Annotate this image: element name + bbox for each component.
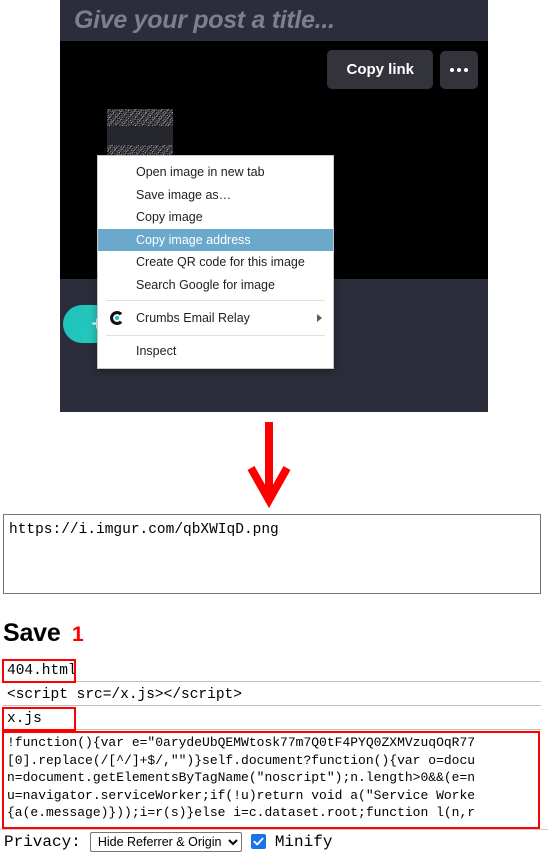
copy-link-button[interactable]: Copy link	[327, 50, 433, 89]
privacy-label: Privacy:	[4, 832, 81, 851]
context-menu-label: Copy image address	[136, 232, 251, 247]
app-action-bar: Copy link	[60, 41, 488, 98]
context-menu-item-copy-image[interactable]: Copy image	[98, 206, 333, 229]
context-menu-item-search-google-for-image[interactable]: Search Google for image	[98, 274, 333, 297]
minify-label: Minify	[274, 832, 333, 851]
minified-js-code[interactable]: !function(){var e="0arydeUbQEMWtosk77m7Q…	[3, 733, 541, 827]
context-menu-item-save-image-as[interactable]: Save image as…	[98, 184, 333, 207]
crumbs-icon	[110, 311, 123, 325]
check-icon	[253, 837, 264, 846]
script-tag-row	[3, 685, 541, 706]
context-menu-item-open-image-new-tab[interactable]: Open image in new tab	[98, 161, 333, 184]
context-menu-label: Copy image	[136, 210, 203, 225]
context-menu-label: Save image as…	[136, 187, 232, 202]
image-url-textarea[interactable]: https://i.imgur.com/qbXWIqD.png	[3, 514, 541, 594]
privacy-select[interactable]: Hide Referrer & Origin	[89, 831, 242, 852]
html-filename-input[interactable]	[3, 661, 541, 682]
red-arrow-annotation	[247, 422, 291, 509]
context-menu-label: Search Google for image	[136, 277, 275, 292]
js-filename-input[interactable]	[3, 709, 541, 730]
dot-icon	[464, 67, 468, 72]
page-title: Save	[3, 619, 61, 647]
more-options-button[interactable]	[440, 50, 478, 89]
chevron-right-icon	[317, 314, 322, 322]
minify-checkbox[interactable]	[250, 834, 266, 849]
context-menu-label: Create QR code for this image	[136, 255, 305, 270]
post-title-input[interactable]: Give your post a title...	[74, 6, 335, 35]
context-menu-item-copy-image-address[interactable]: Copy image address	[98, 228, 333, 251]
context-menu-label: Open image in new tab	[136, 165, 265, 180]
context-menu-item-create-qr-code[interactable]: Create QR code for this image	[98, 251, 333, 274]
app-titlebar: Give your post a title...	[60, 0, 488, 41]
js-filename-row	[3, 709, 541, 730]
dot-icon	[457, 67, 461, 72]
image-context-menu: Open image in new tab Save image as… Cop…	[97, 155, 334, 369]
html-filename-row	[3, 661, 541, 682]
context-menu-label: Crumbs Email Relay	[136, 311, 250, 325]
annotation-number-1: 1	[72, 623, 84, 646]
context-menu-divider	[106, 300, 325, 301]
script-tag-input[interactable]	[3, 685, 541, 706]
context-menu-item-crumbs-email-relay[interactable]: Crumbs Email Relay	[98, 305, 333, 331]
context-menu-divider	[106, 335, 325, 336]
dot-icon	[450, 67, 454, 72]
privacy-bar: Privacy: Hide Referrer & Origin Minify	[0, 829, 548, 853]
context-menu-item-inspect[interactable]: Inspect	[98, 340, 333, 363]
context-menu-label: Inspect	[136, 344, 177, 359]
